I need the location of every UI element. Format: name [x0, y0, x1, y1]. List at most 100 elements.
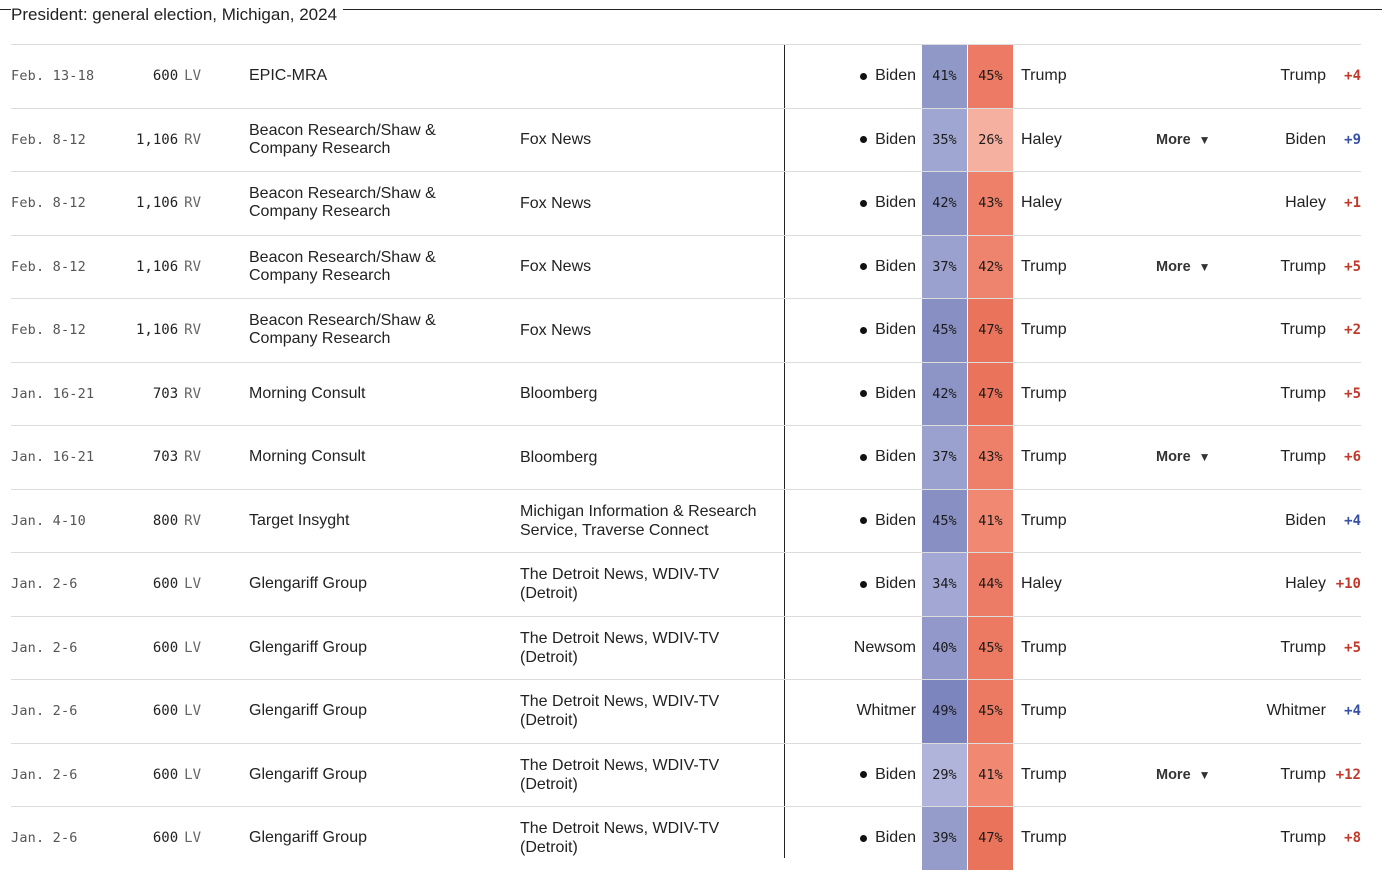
- page-title: President: general election, Michigan, 2…: [11, 5, 344, 25]
- more-label: More: [1156, 449, 1191, 466]
- population-type: RV: [184, 512, 201, 529]
- net-result-margin: +4: [1344, 703, 1361, 720]
- candidate-dem-name: Biden: [875, 829, 916, 847]
- pollster-name[interactable]: Target Insyght: [249, 490, 479, 553]
- sponsor-name: Fox News: [520, 258, 592, 276]
- pollster-name[interactable]: Beacon Research/Shaw & Company Research: [249, 236, 479, 299]
- net-result-margin: +9: [1344, 131, 1361, 148]
- sample-size: 1,106 RV: [121, 299, 201, 362]
- pollster-name[interactable]: Beacon Research/Shaw & Company Research: [249, 172, 479, 235]
- result-dem: 29%: [922, 743, 967, 806]
- population-type: RV: [184, 258, 201, 275]
- sample-size: 1,106 RV: [121, 236, 201, 299]
- pollster-name[interactable]: Glengariff Group: [249, 553, 479, 616]
- poll-row: Feb. 8-12 1,106 RV Beacon Research/Shaw &…: [11, 107, 1361, 172]
- candidate-rep: Trump: [1021, 702, 1067, 720]
- sample-size: 703 RV: [121, 363, 201, 426]
- candidate-rep: Trump: [1021, 67, 1067, 85]
- candidate-dem-name: Whitmer: [856, 702, 916, 720]
- sponsor-name: The Detroit News, WDIV-TV (Detroit): [520, 693, 720, 730]
- sponsor-name: Fox News: [520, 194, 592, 212]
- candidate-dem: Biden: [791, 363, 916, 426]
- population-type: LV: [184, 639, 201, 656]
- net-result-leader: Trump: [1280, 448, 1326, 466]
- sponsor-name: The Detroit News, WDIV-TV (Detroit): [520, 820, 720, 857]
- candidate-rep: Haley: [1021, 575, 1062, 593]
- result-rep: 41%: [968, 743, 1013, 806]
- candidate-dem-name: Biden: [875, 67, 916, 85]
- result-dem: 45%: [922, 299, 967, 362]
- candidate-dem: Biden: [791, 426, 916, 489]
- pollster-name[interactable]: Beacon Research/Shaw & Company Research: [249, 299, 479, 362]
- net-result-leader: Haley: [1285, 575, 1326, 593]
- result-dem: 42%: [922, 362, 967, 425]
- result-dem: 40%: [922, 616, 967, 679]
- net-result-leader: Whitmer: [1266, 702, 1326, 720]
- net-result-margin: +5: [1344, 639, 1361, 656]
- population-type: RV: [184, 322, 201, 339]
- sample-count: 600: [152, 830, 179, 847]
- triangle-down-icon: ▼: [1198, 132, 1211, 147]
- sponsor-name: The Detroit News, WDIV-TV (Detroit): [520, 756, 720, 793]
- triangle-down-icon: ▼: [1198, 767, 1211, 782]
- poll-dates: Feb. 8-12: [11, 258, 86, 275]
- population-type: LV: [184, 68, 201, 85]
- pollster-name[interactable]: EPIC-MRA: [249, 45, 479, 108]
- pollster-name[interactable]: Glengariff Group: [249, 680, 479, 743]
- pollster-name[interactable]: Glengariff Group: [249, 744, 479, 807]
- candidate-dem-name: Biden: [875, 321, 916, 339]
- candidate-dem: Biden: [791, 109, 916, 172]
- incumbent-dot-icon: [860, 263, 868, 271]
- poll-dates: Jan. 2-6: [11, 703, 78, 720]
- sponsor-name: Bloomberg: [520, 385, 598, 403]
- pollster-name[interactable]: Morning Consult: [249, 426, 479, 489]
- candidate-dem-name: Biden: [875, 194, 916, 212]
- net-result-margin: +10: [1335, 576, 1361, 593]
- poll-dates: Jan. 16-21: [11, 449, 95, 466]
- incumbent-dot-icon: [860, 453, 868, 461]
- poll-row: Feb. 8-12 1,106 RV Beacon Research/Shaw &…: [11, 298, 1361, 362]
- candidate-dem: Biden: [791, 744, 916, 807]
- incumbent-dot-icon: [860, 771, 868, 779]
- result-dem: 39%: [922, 807, 967, 870]
- poll-dates: Feb. 8-12: [11, 322, 86, 339]
- net-result-margin: +2: [1344, 322, 1361, 339]
- result-dem: 41%: [922, 45, 967, 108]
- sample-size: 600 LV: [121, 807, 201, 870]
- candidate-rep: Trump: [1021, 829, 1067, 847]
- result-dem: 34%: [922, 553, 967, 616]
- more-label: More: [1156, 131, 1191, 148]
- pollster-name[interactable]: Glengariff Group: [249, 617, 479, 680]
- net-result-margin: +5: [1344, 385, 1361, 402]
- sample-size: 703 RV: [121, 426, 201, 489]
- candidate-dem: Biden: [791, 172, 916, 235]
- result-dem: 37%: [922, 235, 967, 298]
- result-rep: 43%: [968, 172, 1013, 235]
- sample-count: 1,106: [135, 195, 179, 212]
- poll-dates: Jan. 2-6: [11, 576, 78, 593]
- poll-row: Jan. 2-6 600 LV Glengariff Group The Detr…: [11, 742, 1361, 807]
- result-rep: 44%: [968, 553, 1013, 616]
- result-rep: 41%: [968, 489, 1013, 552]
- poll-row: Jan. 2-6 600 LV Glengariff Group The Detr…: [11, 806, 1361, 870]
- incumbent-dot-icon: [860, 390, 868, 398]
- net-result-leader: Biden: [1285, 511, 1326, 529]
- net-result-leader: Trump: [1280, 321, 1326, 339]
- candidate-dem: Newsom: [791, 617, 916, 680]
- sample-size: 600 LV: [121, 45, 201, 108]
- poll-dates: Feb. 13-18: [11, 68, 95, 85]
- net-result-leader: Trump: [1280, 384, 1326, 402]
- pollster-name[interactable]: Morning Consult: [249, 363, 479, 426]
- pollster-name[interactable]: Beacon Research/Shaw & Company Research: [249, 109, 479, 172]
- sample-size: 600 LV: [121, 553, 201, 616]
- poll-row: Jan. 2-6 600 LV Glengariff Group The Detr…: [11, 552, 1361, 616]
- population-type: RV: [184, 131, 201, 148]
- pollster-name[interactable]: Glengariff Group: [249, 807, 479, 870]
- population-type: LV: [184, 703, 201, 720]
- incumbent-dot-icon: [860, 834, 868, 842]
- candidate-rep: Trump: [1021, 638, 1067, 656]
- sponsor-name: Fox News: [520, 321, 592, 339]
- result-rep: 47%: [968, 362, 1013, 425]
- triangle-down-icon: ▼: [1198, 450, 1211, 465]
- more-label: More: [1156, 258, 1191, 275]
